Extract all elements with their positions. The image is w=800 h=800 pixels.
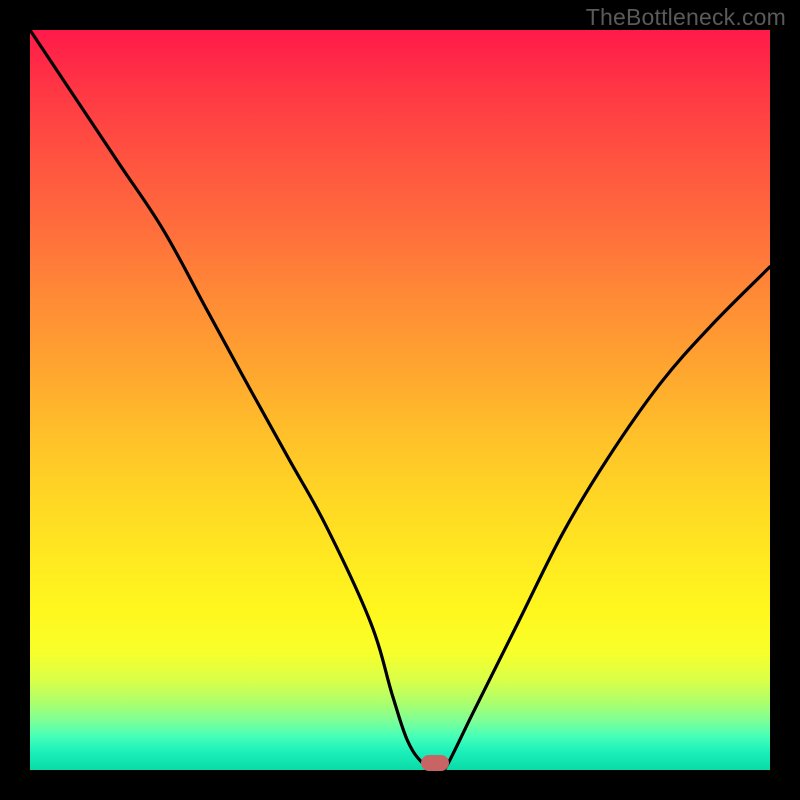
- chart-stage: TheBottleneck.com: [0, 0, 800, 800]
- optimal-marker: [421, 755, 449, 771]
- plot-area: [30, 30, 770, 770]
- watermark-text: TheBottleneck.com: [586, 4, 786, 31]
- bottleneck-curve: [30, 30, 770, 770]
